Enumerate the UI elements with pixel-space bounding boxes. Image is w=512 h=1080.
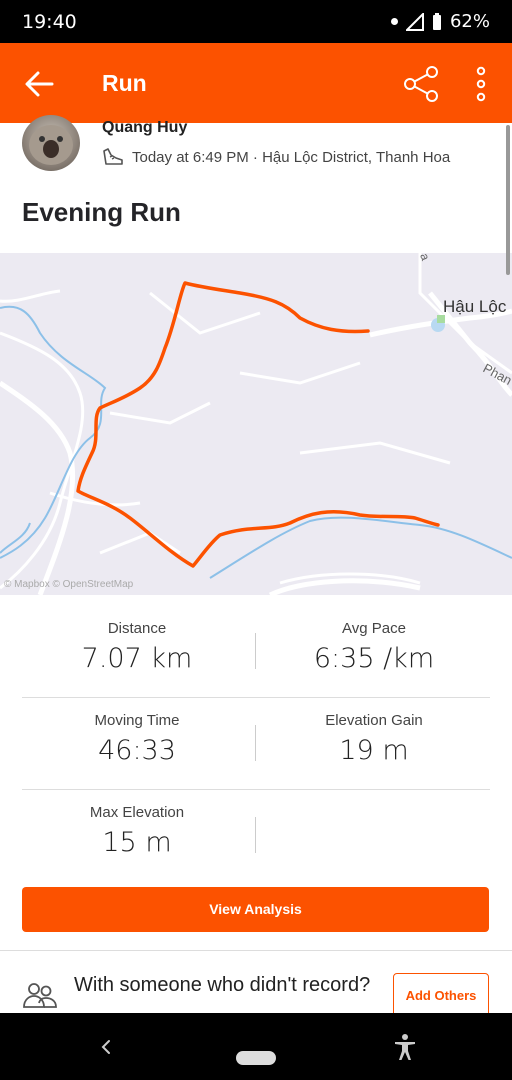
stat-value: 7.07 km: [81, 643, 193, 674]
stat-label: Moving Time: [94, 712, 180, 729]
map-canvas: Hậu Lộc Phan a: [0, 253, 512, 595]
signal-icon: [405, 12, 424, 31]
divider: [255, 725, 256, 761]
stat-label: Max Elevation: [89, 804, 185, 821]
stat-distance: Distance 7.07 km: [22, 620, 252, 674]
activity-meta: Today at 6:49 PM · Hậu Lộc District, Tha…: [102, 147, 450, 167]
shoe-icon: [103, 148, 123, 165]
divider: [255, 817, 256, 853]
with-someone-text: With someone who didn't record?: [74, 974, 371, 996]
map-attribution[interactable]: © Mapbox © OpenStreetMap: [4, 579, 133, 590]
battery-icon: [432, 12, 441, 30]
activity-title: Evening Run: [22, 197, 181, 227]
nav-home-pill[interactable]: [236, 1051, 276, 1065]
divider: [255, 633, 256, 669]
stat-label: Elevation Gain: [325, 712, 423, 729]
divider: [22, 697, 490, 698]
map-road-label: Phan: [481, 360, 512, 388]
activity-header: Quang Huy Today at 6:49 PM · Hậu Lộc Dis…: [0, 115, 512, 253]
people-icon: [23, 983, 57, 1008]
stat-value: 6:35 /km: [313, 643, 435, 674]
status-bar: 19:40 62%: [0, 0, 512, 43]
back-arrow-icon[interactable]: [22, 67, 58, 101]
notification-dot-icon: [390, 18, 398, 25]
status-icons: 62%: [390, 11, 490, 32]
page-title: Run: [102, 70, 147, 96]
stat-max-elevation: Max Elevation 15 m: [22, 804, 252, 858]
share-icon[interactable]: [402, 65, 440, 103]
stat-label: Distance: [107, 620, 167, 637]
app-bar: Run: [0, 43, 512, 123]
accessibility-icon[interactable]: [392, 1033, 418, 1061]
activity-meta-text: Today at 6:49 PM · Hậu Lộc District, Tha…: [132, 148, 451, 166]
divider: [22, 789, 490, 790]
user-name[interactable]: Quang Huy: [102, 119, 187, 137]
nav-back-icon[interactable]: [96, 1035, 116, 1059]
stat-avg-pace: Avg Pace 6:35 /km: [259, 620, 489, 674]
more-options-icon[interactable]: [468, 65, 494, 103]
park-patch: [437, 315, 445, 323]
stat-moving-time: Moving Time 46:33: [22, 712, 252, 766]
route-line: [76, 281, 440, 568]
stat-value: 46:33: [98, 735, 176, 766]
system-nav-bar: [0, 1013, 512, 1080]
status-time: 19:40: [22, 11, 77, 33]
battery-percent: 62%: [449, 11, 490, 32]
stat-value: 19 m: [339, 735, 409, 766]
stat-value: 15 m: [102, 827, 172, 858]
route-map[interactable]: Hậu Lộc Phan a © Mapbox © OpenStreetMap: [0, 253, 512, 595]
view-analysis-button[interactable]: View Analysis: [22, 887, 489, 932]
map-road-label-2: a: [417, 253, 433, 263]
stat-elevation-gain: Elevation Gain 19 m: [259, 712, 489, 766]
stat-label: Avg Pace: [342, 620, 406, 637]
add-others-section: With someone who didn't record? Add Othe…: [0, 951, 512, 1013]
scrollbar[interactable]: [506, 125, 510, 275]
avatar[interactable]: [22, 115, 80, 171]
map-place-label: Hậu Lộc: [443, 297, 507, 316]
add-others-button[interactable]: Add Others: [393, 973, 489, 1013]
